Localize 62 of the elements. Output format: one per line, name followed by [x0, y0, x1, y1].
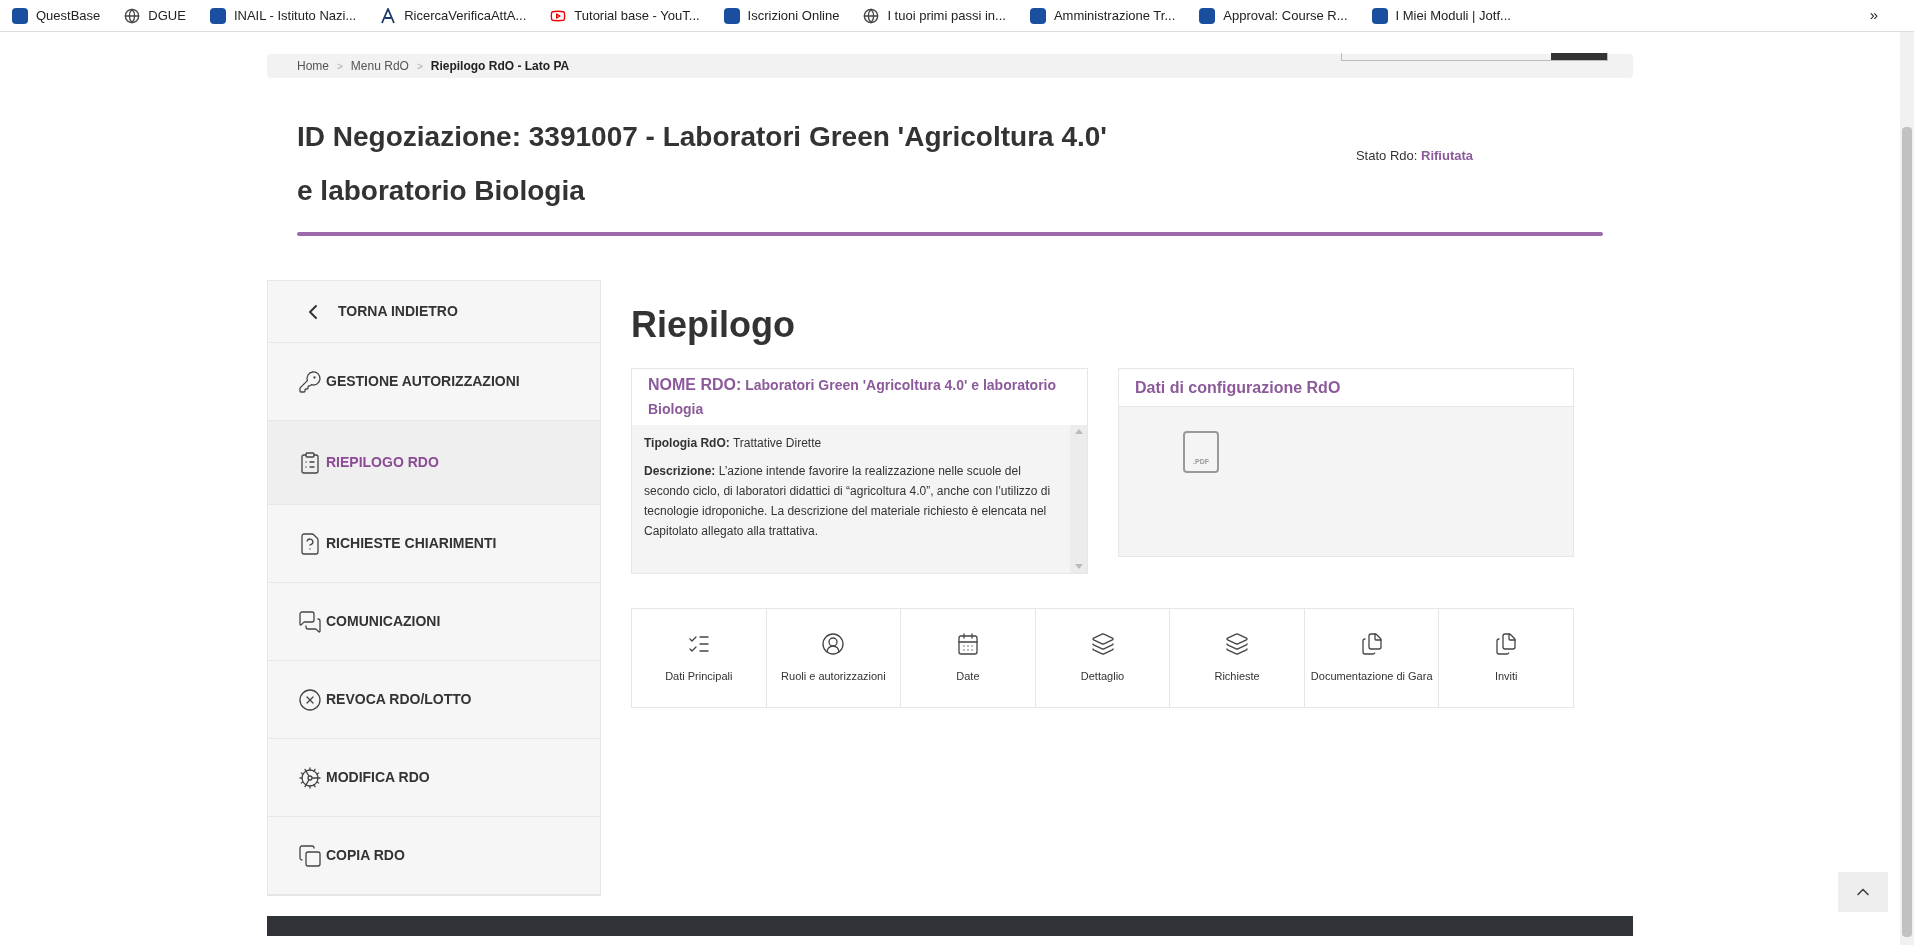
page-scrollbar[interactable]: [1900, 32, 1914, 945]
page-title: e laboratorio Biologia: [297, 174, 586, 208]
more-bookmarks-button[interactable]: »: [1869, 4, 1878, 27]
sidebar-item[interactable]: RIEPILOGO RDO: [268, 421, 600, 505]
page-title: ID Negoziazione: 3391007 - Laboratori Green 'Agricoltura 4.0': [297, 120, 1108, 154]
bookmark-link[interactable]: I Miei Moduli | Jotf...: [1371, 5, 1511, 26]
globe-icon: [124, 7, 141, 24]
copy-icon: [298, 843, 322, 868]
rdo-description: Descrizione: L’azione intende favorire la realizzazione nelle scuole del secondo ciclo, di laboratori didattici di “agricoltura 4.0”, anche con l’utilizzo di tecnologie idroponiche. La descrizione del materiale richiesto è elencata nel Capitolato allegato alla trattativa.: [644, 463, 1052, 540]
breadcrumb-separator: >: [337, 59, 343, 74]
calendar-icon: [955, 631, 980, 656]
cross-circle-icon: [298, 687, 322, 712]
sidebar-item[interactable]: COMUNICAZIONI: [268, 583, 600, 661]
keys-icon: [298, 369, 322, 394]
site-logo-icon: [1029, 7, 1046, 24]
summary-tile[interactable]: Date: [901, 609, 1036, 707]
rdo-type: Tipologia RdO: Trattative Dirette: [644, 435, 823, 452]
breadcrumb-link[interactable]: Menu RdO: [350, 57, 409, 75]
bookmark-link[interactable]: Tutorial base - YouT...: [550, 5, 700, 26]
sidebar-item[interactable]: MODIFICA RDO: [268, 739, 600, 817]
bookmark-link[interactable]: INAIL - Istituto Nazi...: [209, 5, 357, 26]
letter-a-icon: [380, 7, 397, 24]
scrollbar[interactable]: [1070, 425, 1087, 573]
globe-icon: [863, 7, 880, 24]
breadcrumb-separator: >: [416, 59, 423, 74]
layers-icon: [1225, 631, 1250, 656]
document-question-icon: [298, 531, 322, 556]
sidebar-item[interactable]: COPIA RDO: [268, 817, 600, 895]
site-logo-icon: [209, 7, 226, 24]
user-circle-icon: [821, 631, 846, 656]
bookmark-link[interactable]: QuestBase: [12, 5, 101, 26]
rdo-name: NOME RDO: Laboratori Green 'Agricoltura 4.0' e laboratorio Biologia: [647, 375, 1058, 419]
documents-icon: [1359, 631, 1384, 656]
section-heading: Riepilogo: [631, 303, 796, 347]
bookmark-link[interactable]: DGUE: [124, 5, 186, 26]
site-logo-icon: [1199, 7, 1216, 24]
layers-icon: [1090, 631, 1115, 656]
summary-tile[interactable]: Richieste: [1170, 609, 1305, 707]
summary-tile[interactable]: Documentazione di Gara: [1304, 609, 1440, 707]
sidebar-item[interactable]: RICHIESTE CHIARIMENTI: [268, 505, 600, 583]
site-logo-icon: [12, 7, 28, 24]
sidebar-item[interactable]: REVOCA RDO/LOTTO: [268, 661, 600, 739]
bookmark-link[interactable]: Amministrazione Tr...: [1029, 5, 1176, 26]
bookmark-link[interactable]: Approval: Course R...: [1199, 5, 1348, 26]
site-logo-icon: [1371, 7, 1388, 24]
scroll-to-top-button[interactable]: [1838, 872, 1888, 912]
config-title: Dati di configurazione RdO: [1119, 369, 1573, 407]
summary-tile[interactable]: Inviti: [1439, 609, 1574, 707]
back-link[interactable]: TORNA INDIETRO: [268, 281, 600, 343]
summary-tile[interactable]: Ruoli e autorizzazioni: [766, 609, 902, 707]
breadcrumb-link[interactable]: Home: [297, 57, 329, 75]
bookmark-link[interactable]: Iscrizioni Online: [723, 5, 840, 26]
bookmark-link[interactable]: I tuoi primi passi in...: [863, 5, 1006, 26]
bookmark-link[interactable]: RicercaVerificaAttA...: [380, 5, 527, 26]
clipboard-icon: [298, 450, 322, 475]
gears-icon: [298, 765, 322, 790]
site-logo-icon: [723, 7, 740, 24]
documents-icon: [1494, 631, 1519, 656]
summary-tile[interactable]: Dati Principali: [632, 609, 767, 707]
chat-bubbles-icon: [298, 609, 322, 634]
summary-tile[interactable]: Dettaglio: [1035, 609, 1171, 707]
rdo-status: Stato Rdo: Rifiutata: [1355, 147, 1473, 166]
